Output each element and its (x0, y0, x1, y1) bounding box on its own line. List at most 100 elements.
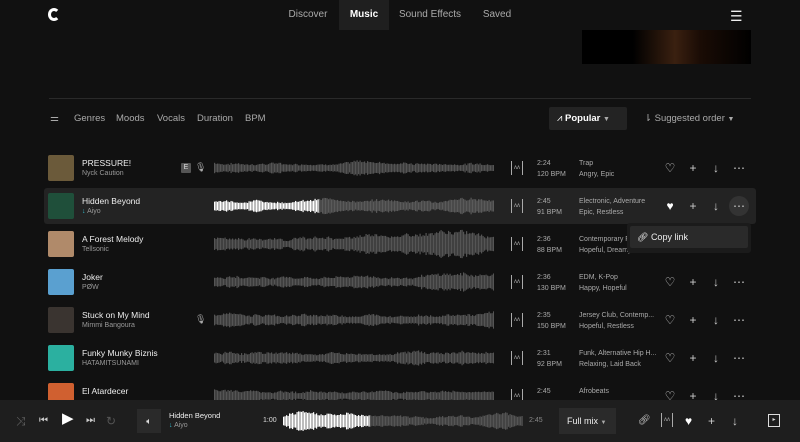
moods[interactable]: Happy, Hopeful (579, 283, 659, 294)
waveform-icon[interactable]: ᴧᴧ (511, 199, 523, 213)
link-icon[interactable]: 🔗︎ (638, 413, 651, 429)
genres[interactable]: Jersey Club, Contemp... (579, 310, 659, 321)
track-artist[interactable]: PØW (82, 284, 99, 291)
track-waveform[interactable] (214, 191, 494, 221)
add-icon[interactable]: + (685, 312, 701, 328)
genres[interactable]: Funk, Alternative Hip H... (579, 348, 659, 359)
heart-icon[interactable]: ♥ (662, 198, 678, 214)
repeat-icon[interactable]: ↻ (106, 413, 116, 429)
track-artist[interactable]: ↓ Aiyo (82, 208, 101, 215)
filter-vocals[interactable]: Vocals (157, 113, 185, 124)
add-icon[interactable]: + (685, 160, 701, 176)
heart-icon[interactable]: ♡ (662, 274, 678, 290)
mix-dropdown[interactable]: Full mix ▼ (559, 408, 616, 434)
download-icon[interactable]: ↓ (708, 274, 724, 290)
moods[interactable]: Hopeful, Restless (579, 321, 659, 332)
heart-icon[interactable]: ♡ (662, 312, 678, 328)
moods[interactable]: Angry, Epic (579, 169, 659, 180)
album-art[interactable] (48, 345, 74, 371)
tab-music[interactable]: Music (339, 0, 389, 30)
waveform-icon[interactable]: ᴧᴧ (511, 161, 523, 175)
player-artist[interactable]: ↓ Aiyo (169, 422, 188, 429)
album-art[interactable] (48, 155, 74, 181)
add-icon[interactable]: + (685, 274, 701, 290)
track-title[interactable]: Funky Munky Biznis (82, 348, 158, 358)
queue-icon[interactable]: ▸ (768, 414, 780, 427)
heart-icon[interactable]: ♥ (685, 413, 692, 429)
album-art[interactable] (48, 307, 74, 333)
popular-dropdown[interactable]: ⩘ Popular ▼ (549, 107, 627, 130)
track-title[interactable]: El Atardecer (82, 386, 128, 396)
add-icon[interactable]: + (685, 350, 701, 366)
filter-genres[interactable]: Genres (74, 113, 105, 124)
player-title[interactable]: Hidden Beyond (169, 411, 220, 420)
add-icon[interactable]: + (685, 198, 701, 214)
waveform-bar (299, 392, 301, 400)
play-button[interactable]: ▶ (62, 411, 74, 427)
heart-icon[interactable]: ♡ (662, 350, 678, 366)
download-icon[interactable]: ↓ (708, 312, 724, 328)
download-icon[interactable]: ↓ (708, 350, 724, 366)
track-waveform[interactable] (214, 343, 494, 373)
volume-button[interactable]: 🔈︎ (137, 409, 161, 433)
track-artist[interactable]: Mimmi Bangoura (82, 322, 135, 329)
download-icon[interactable]: ↓ (708, 160, 724, 176)
tab-saved[interactable]: Saved (478, 0, 516, 30)
add-icon[interactable]: + (708, 413, 715, 429)
more-icon[interactable]: ⋯ (731, 274, 747, 290)
download-icon[interactable]: ↓ (708, 198, 724, 214)
track-title[interactable]: PRESSURE! (82, 158, 131, 168)
track-waveform[interactable] (214, 229, 494, 259)
genres[interactable]: Trap (579, 158, 659, 169)
waveform-icon[interactable]: ᴧᴧ (511, 313, 523, 327)
more-icon[interactable]: ⋯ (729, 196, 749, 216)
track-artist[interactable]: HATAMITSUNAMI (82, 360, 139, 367)
logo[interactable] (48, 8, 60, 21)
track-row[interactable]: Joker PØW ᴧᴧ 2:36 130 BPM EDM, K-Pop Happy… (44, 264, 756, 300)
waveform-icon[interactable]: ᴧᴧ (511, 237, 523, 251)
moods[interactable]: Epic, Restless (579, 207, 659, 218)
filter-duration[interactable]: Duration (197, 113, 233, 124)
genres[interactable]: Electronic, Adventure (579, 196, 659, 207)
waveform-icon[interactable]: ᴧᴧ (661, 413, 673, 427)
menu-icon[interactable]: ☰ (730, 8, 743, 25)
next-icon[interactable]: ⏭ (86, 413, 95, 429)
track-row[interactable]: PRESSURE! Nyck Caution E 🎙︎ ᴧᴧ 2:24 120 B… (44, 150, 756, 186)
download-icon[interactable]: ↓ (732, 413, 738, 429)
track-title[interactable]: Joker (82, 272, 103, 282)
album-art[interactable] (48, 231, 74, 257)
shuffle-icon[interactable]: ⤨ (16, 413, 26, 429)
track-waveform[interactable] (214, 267, 494, 297)
track-title[interactable]: A Forest Melody (82, 234, 143, 244)
album-art[interactable] (48, 193, 74, 219)
track-row[interactable]: Hidden Beyond ↓ Aiyo ᴧᴧ 2:45 91 BPM Elect… (44, 188, 756, 224)
moods[interactable]: Relaxing, Laid Back (579, 359, 659, 370)
genres[interactable]: EDM, K-Pop (579, 272, 659, 283)
more-icon[interactable]: ⋯ (731, 350, 747, 366)
track-row[interactable]: Funky Munky Biznis HATAMITSUNAMI ᴧᴧ 2:31… (44, 340, 756, 376)
player-waveform[interactable] (283, 408, 523, 434)
waveform-icon[interactable]: ᴧᴧ (511, 275, 523, 289)
previous-icon[interactable]: ⏮ (39, 413, 48, 429)
track-title[interactable]: Stuck on My Mind (82, 310, 150, 320)
filter-moods[interactable]: Moods (116, 113, 145, 124)
more-icon[interactable]: ⋯ (731, 312, 747, 328)
copy-link-item[interactable]: 🔗︎ Copy link (630, 226, 748, 248)
filter-icon[interactable]: ⚌ (50, 113, 59, 124)
waveform-icon[interactable]: ᴧᴧ (511, 351, 523, 365)
tab-discover[interactable]: Discover (283, 0, 333, 30)
filter-bpm[interactable]: BPM (245, 113, 266, 124)
album-art[interactable] (48, 269, 74, 295)
track-waveform[interactable] (214, 305, 494, 335)
track-artist[interactable]: Tellsonic (82, 246, 109, 253)
more-icon[interactable]: ⋯ (731, 160, 747, 176)
heart-icon[interactable]: ♡ (662, 160, 678, 176)
order-dropdown[interactable]: ⇂ Suggested order ▼ (644, 113, 734, 124)
track-title[interactable]: Hidden Beyond (82, 196, 140, 206)
genres[interactable]: Afrobeats (579, 386, 659, 397)
tab-sound-effects[interactable]: Sound Effects (398, 0, 462, 30)
track-artist[interactable]: Nyck Caution (82, 170, 124, 177)
track-row[interactable]: Stuck on My Mind Mimmi Bangoura 🎙︎ ᴧᴧ 2:… (44, 302, 756, 338)
track-waveform[interactable] (214, 153, 494, 183)
waveform-bar (347, 162, 349, 174)
